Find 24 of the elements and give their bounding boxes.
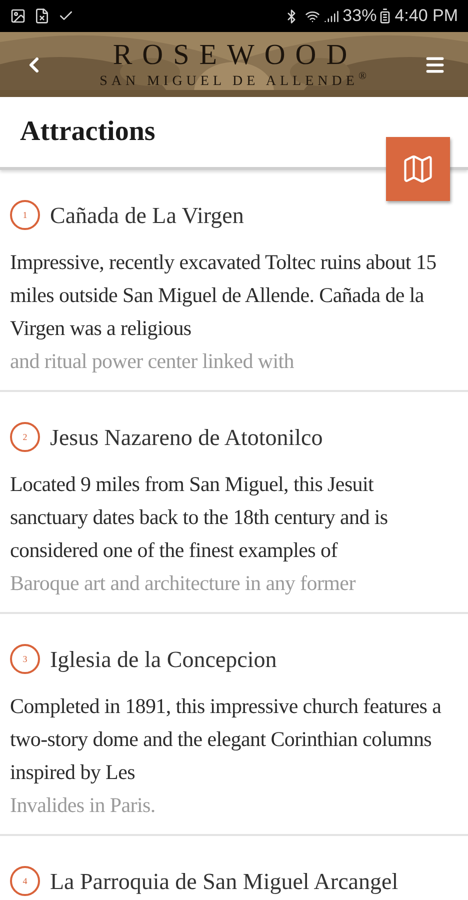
attraction-description: Located 9 miles from San Miguel, this Jesuit sanctuary dates back to the 18th century and is considered one of the finest examples of: [10, 471, 389, 564]
attraction-title[interactable]: Jesus Nazareno de Atotonilco: [50, 426, 323, 448]
attraction-title[interactable]: Iglesia de la Concepcion: [50, 648, 277, 670]
attraction-description: Impressive, recently excavated Toltec ruins about 15 miles outside San Miguel de Allende. Cañada de la Virgen was a religious: [10, 249, 438, 342]
signal-icon: [324, 8, 339, 24]
number-badge: 4: [10, 866, 40, 896]
attraction-title[interactable]: La Parroquia de San Miguel Arcangel: [50, 870, 398, 892]
map-button[interactable]: [386, 137, 450, 201]
file-icon: [34, 8, 50, 24]
page-title: Attractions: [20, 115, 156, 149]
number-badge: 2: [10, 422, 40, 452]
faded-description: Invalides in Paris.: [10, 792, 156, 819]
wifi-icon: [304, 8, 320, 24]
logo-subtitle: SAN MIGUEL DE ALLENDE$^{®}$: [100, 74, 370, 88]
clock: 4:40 PM: [394, 5, 458, 28]
number-badge: 3: [10, 644, 40, 674]
image-icon: [10, 8, 26, 24]
attraction-title[interactable]: Cañada de La Virgen: [50, 204, 244, 226]
battery-percent: 33%: [342, 5, 377, 28]
logo-title: ROSEWOOD: [112, 40, 358, 70]
attraction-description: Completed in 1891, this impressive church features a two-story dome and the elegant Corinthian columns inspired by Les: [10, 693, 442, 786]
faded-description: and ritual power center linked with: [10, 348, 295, 375]
faded-description: Baroque art and architecture in any former: [10, 570, 356, 597]
number-badge: 1: [10, 200, 40, 230]
